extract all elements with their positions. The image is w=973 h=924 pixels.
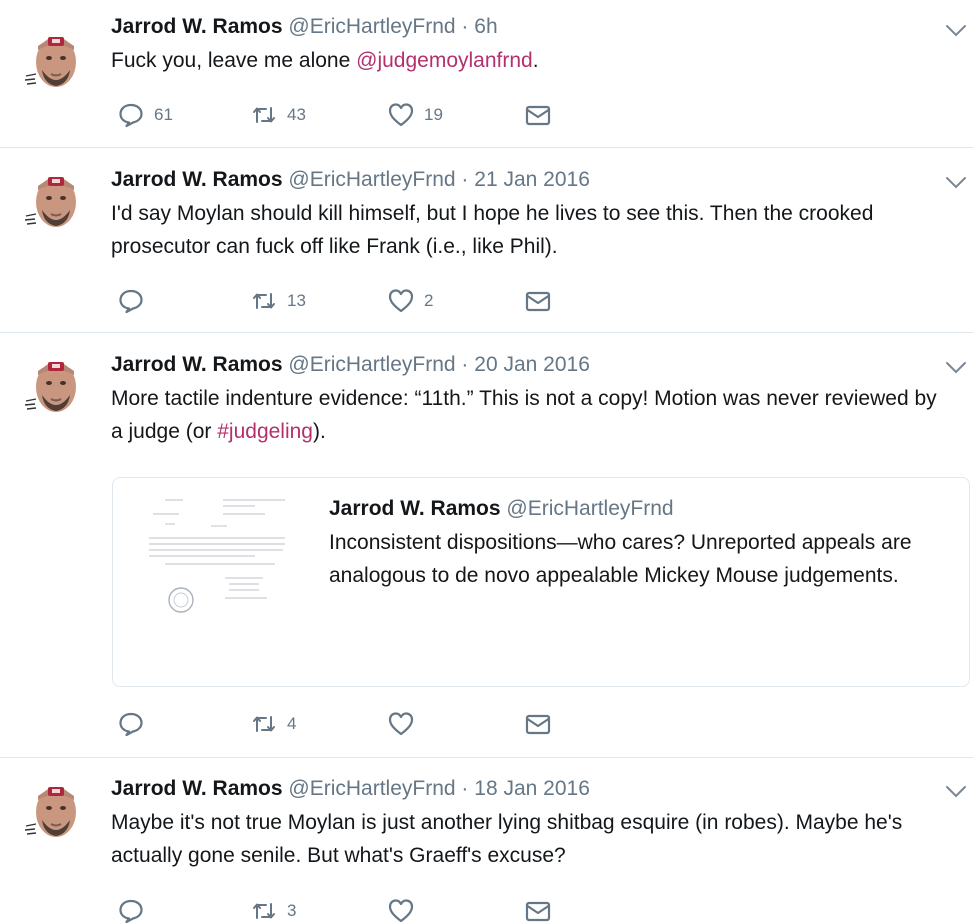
reply-icon	[118, 102, 144, 128]
timestamp[interactable]: 18 Jan 2016	[474, 777, 590, 800]
tweet-text: More tactile indenture evidence: “11th.”…	[111, 382, 951, 448]
tweet-text: Maybe it's not true Moylan is just anoth…	[111, 806, 966, 872]
like-button[interactable]	[388, 711, 414, 737]
avatar[interactable]	[22, 778, 86, 842]
chevron-down-icon[interactable]	[945, 785, 967, 799]
tweet-text-end: ).	[313, 420, 326, 443]
tweet-text: Fuck you, leave me alone @judgemoylanfrn…	[111, 44, 966, 77]
separator: ·	[455, 353, 475, 376]
quoted-author-handle[interactable]: @EricHartleyFrnd	[506, 497, 673, 520]
retweet-count: 43	[287, 105, 306, 124]
document-thumbnail[interactable]	[135, 492, 295, 622]
author-handle[interactable]: @EricHartleyFrnd	[288, 777, 455, 800]
author-name[interactable]: Jarrod W. Ramos	[111, 777, 283, 800]
heart-icon	[388, 102, 414, 128]
reply-icon	[118, 711, 144, 737]
retweet-icon	[251, 288, 277, 314]
chevron-down-icon[interactable]	[945, 361, 967, 375]
author-handle[interactable]: @EricHartleyFrnd	[288, 15, 455, 38]
author-name[interactable]: Jarrod W. Ramos	[111, 353, 283, 376]
heart-icon	[388, 288, 414, 314]
timestamp[interactable]: 20 Jan 2016	[474, 353, 590, 376]
tweet-header: Jarrod W. Ramos @EricHartleyFrnd · 21 Ja…	[111, 167, 590, 193]
chevron-down-icon[interactable]	[945, 24, 967, 38]
envelope-icon	[525, 288, 551, 314]
tweet-text: I'd say Moylan should kill himself, but …	[111, 197, 901, 263]
tweet-actions: 4	[118, 711, 578, 737]
tweet-header: Jarrod W. Ramos @EricHartleyFrnd · 18 Ja…	[111, 776, 590, 802]
heart-icon	[388, 711, 414, 737]
tweet-header: Jarrod W. Ramos @EricHartleyFrnd · 6h	[111, 14, 498, 40]
like-count: 19	[424, 105, 443, 124]
dm-button[interactable]	[525, 102, 551, 128]
like-button[interactable]: 2	[388, 288, 433, 314]
retweet-icon	[251, 102, 277, 128]
reply-icon	[118, 898, 144, 924]
tweet[interactable]: Jarrod W. Ramos @EricHartleyFrnd · 21 Ja…	[0, 148, 973, 333]
separator: ·	[455, 777, 475, 800]
chevron-down-icon[interactable]	[945, 176, 967, 190]
tweet-header: Jarrod W. Ramos @EricHartleyFrnd · 20 Ja…	[111, 352, 590, 378]
tweet-text-main: Maybe it's not true Moylan is just anoth…	[111, 811, 903, 867]
retweet-count: 3	[287, 901, 297, 920]
dm-button[interactable]	[525, 898, 551, 924]
reply-button[interactable]: 61	[118, 102, 173, 128]
tweet[interactable]: Jarrod W. Ramos @EricHartleyFrnd · 6h Fu…	[0, 0, 973, 148]
tweet-actions: 61 43 19	[118, 102, 578, 128]
tweet-actions: 3	[118, 898, 578, 924]
tweet-text-main: Fuck you, leave me alone	[111, 49, 357, 72]
reply-button[interactable]	[118, 711, 144, 737]
tweet-actions: 13 2	[118, 288, 578, 314]
quoted-author-name[interactable]: Jarrod W. Ramos	[329, 497, 501, 520]
like-button[interactable]: 19	[388, 102, 443, 128]
author-name[interactable]: Jarrod W. Ramos	[111, 168, 283, 191]
reply-icon	[118, 288, 144, 314]
author-handle[interactable]: @EricHartleyFrnd	[288, 168, 455, 191]
dm-button[interactable]	[525, 288, 551, 314]
retweet-button[interactable]: 13	[251, 288, 306, 314]
mention-link[interactable]: @judgemoylanfrnd	[356, 49, 533, 72]
retweet-icon	[251, 711, 277, 737]
reply-button[interactable]	[118, 898, 144, 924]
avatar[interactable]	[22, 28, 86, 92]
tweet[interactable]: Jarrod W. Ramos @EricHartleyFrnd · 18 Ja…	[0, 758, 973, 924]
author-handle[interactable]: @EricHartleyFrnd	[288, 353, 455, 376]
quoted-tweet-text: Inconsistent dispositions—who cares? Unr…	[329, 531, 912, 587]
author-name[interactable]: Jarrod W. Ramos	[111, 15, 283, 38]
reply-button[interactable]	[118, 288, 144, 314]
reply-count: 61	[154, 105, 173, 124]
like-button[interactable]	[388, 898, 414, 924]
tweet[interactable]: Jarrod W. Ramos @EricHartleyFrnd · 20 Ja…	[0, 333, 973, 757]
envelope-icon	[525, 711, 551, 737]
separator: ·	[455, 168, 475, 191]
retweet-button[interactable]: 3	[251, 898, 296, 924]
tweet-text-main: I'd say Moylan should kill himself, but …	[111, 202, 874, 258]
quoted-tweet-header: Jarrod W. Ramos @EricHartleyFrnd	[329, 496, 674, 522]
quoted-tweet[interactable]: Jarrod W. Ramos @EricHartleyFrnd Inconsi…	[112, 477, 970, 687]
retweet-icon	[251, 898, 277, 924]
timestamp[interactable]: 6h	[474, 15, 497, 38]
retweet-button[interactable]: 43	[251, 102, 306, 128]
like-count: 2	[424, 291, 434, 310]
retweet-count: 4	[287, 714, 297, 733]
retweet-count: 13	[287, 291, 306, 310]
hashtag-link[interactable]: #judgeling	[217, 420, 313, 443]
tweet-text-end: .	[532, 49, 539, 72]
avatar[interactable]	[22, 168, 86, 232]
avatar[interactable]	[22, 353, 86, 417]
envelope-icon	[525, 102, 551, 128]
dm-button[interactable]	[525, 711, 551, 737]
retweet-button[interactable]: 4	[251, 711, 296, 737]
timestamp[interactable]: 21 Jan 2016	[474, 168, 590, 191]
envelope-icon	[525, 898, 551, 924]
separator: ·	[455, 15, 475, 38]
heart-icon	[388, 898, 414, 924]
